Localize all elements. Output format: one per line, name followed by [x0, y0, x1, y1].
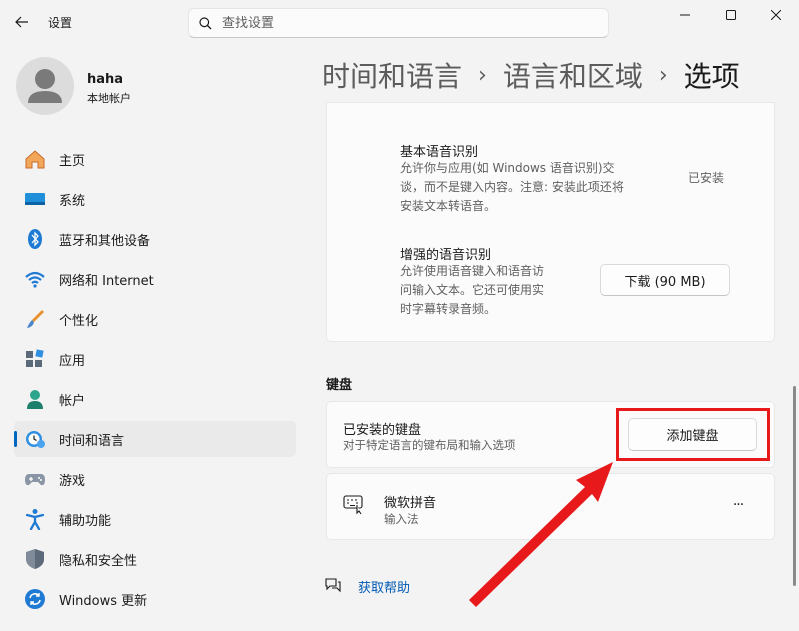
annotation-arrow	[469, 462, 613, 607]
